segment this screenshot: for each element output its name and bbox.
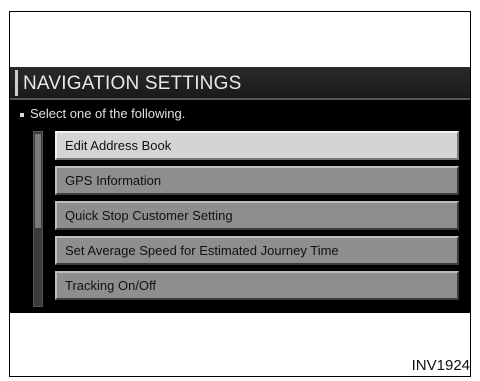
title-bar: NAVIGATION SETTINGS [10,67,470,100]
prompt-row: Select one of the following. [10,103,470,125]
prompt-text: Select one of the following. [30,106,186,121]
menu-item-label: GPS Information [65,173,162,188]
menu-item-gps-information[interactable]: GPS Information [55,166,459,195]
menu-item-label: Edit Address Book [65,138,172,153]
menu-item-label: Set Average Speed for Estimated Journey … [65,243,339,258]
menu-item-label: Quick Stop Customer Setting [65,208,233,223]
figure-id: INV1924 [411,357,470,374]
menu-item-label: Tracking On/Off [65,278,157,293]
navigation-settings-screen: NAVIGATION SETTINGS Select one of the fo… [10,67,470,313]
bullet-icon [20,113,24,117]
menu-item-tracking-on-off[interactable]: Tracking On/Off [55,271,459,300]
menu-item-set-average-speed[interactable]: Set Average Speed for Estimated Journey … [55,236,459,265]
screen-title: NAVIGATION SETTINGS [23,73,242,94]
title-accent-bar [15,70,18,96]
menu-item-quick-stop-customer-setting[interactable]: Quick Stop Customer Setting [55,201,459,230]
scrollbar[interactable] [33,131,43,307]
settings-menu: Edit Address Book GPS Information Quick … [55,131,459,306]
menu-item-edit-address-book[interactable]: Edit Address Book [55,131,459,160]
scroll-thumb[interactable] [35,134,41,228]
